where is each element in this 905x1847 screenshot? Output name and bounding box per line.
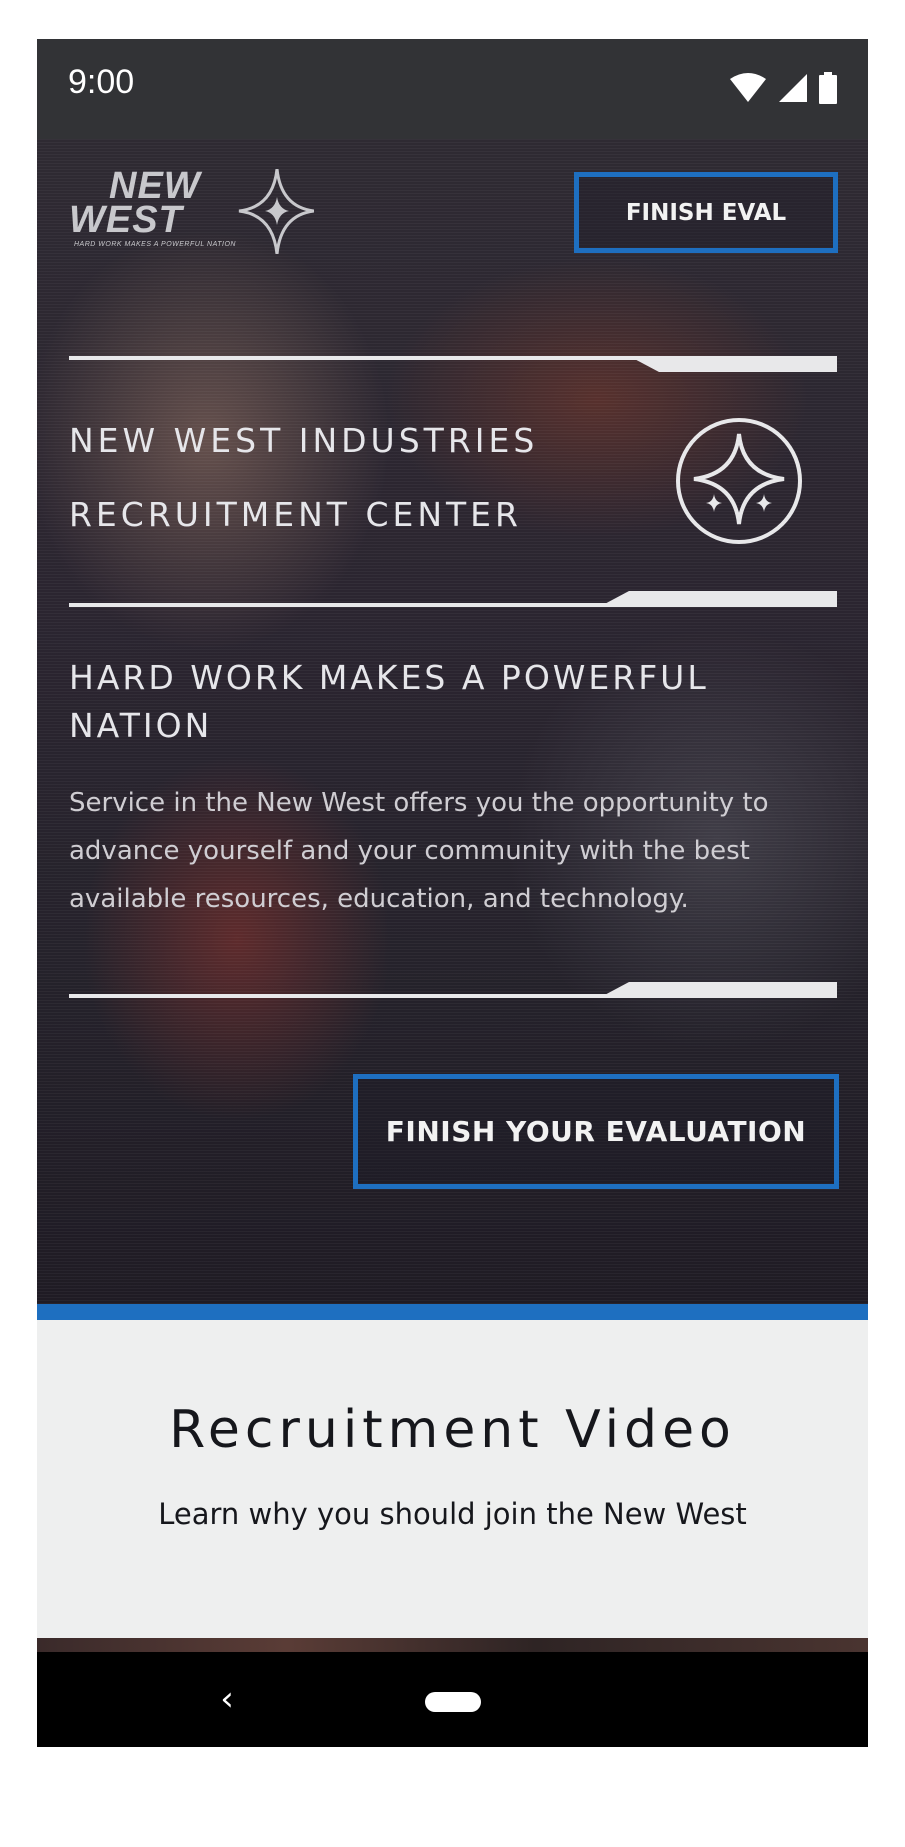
divider-middle (69, 591, 837, 607)
star-emblem-icon (676, 418, 802, 544)
system-nav-bar: ‹ (37, 1652, 868, 1747)
video-preview-edge[interactable] (37, 1638, 868, 1652)
cell-signal-icon (779, 74, 807, 102)
logo-wordmark: NEW WEST (69, 165, 201, 241)
back-chevron-icon[interactable]: ‹ (207, 1674, 247, 1724)
finish-eval-button[interactable]: FINISH EVAL (574, 172, 838, 253)
finish-evaluation-button[interactable]: FINISH YOUR EVALUATION (353, 1074, 839, 1189)
hero-motto: HARD WORK MAKES A POWERFUL NATION (69, 658, 709, 745)
logo-line2: WEST (69, 199, 183, 241)
battery-icon (819, 72, 837, 104)
logo-line1: NEW (109, 165, 201, 207)
logo-star-icon (238, 169, 314, 254)
status-time: 9:00 (68, 63, 135, 101)
status-icons (728, 72, 838, 104)
status-bar: 9:00 (37, 39, 868, 139)
accent-bar (37, 1304, 868, 1320)
video-section-title: Recruitment Video (169, 1400, 736, 1460)
home-pill-icon[interactable] (425, 1692, 481, 1712)
wifi-icon (730, 73, 766, 102)
hero-title-line1: NEW WEST INDUSTRIES (69, 421, 539, 460)
video-section-subtitle: Learn why you should join the New West (158, 1497, 747, 1531)
hero-title-line2: RECRUITMENT CENTER (69, 495, 522, 534)
hero-section: NEW WEST HARD WORK MAKES A POWERFUL NATI… (37, 139, 868, 1304)
new-west-logo[interactable]: NEW WEST HARD WORK MAKES A POWERFUL NATI… (69, 165, 314, 257)
phone-screen: 9:00 NEW WEST HARD WORK MAKES A POWERFUL… (37, 39, 868, 1747)
hero-description: Service in the New West offers you the o… (69, 788, 769, 914)
divider-bottom (69, 982, 837, 998)
divider-top (69, 356, 837, 372)
logo-tagline: HARD WORK MAKES A POWERFUL NATION (74, 241, 236, 248)
recruitment-video-section: Recruitment Video Learn why you should j… (37, 1320, 868, 1638)
